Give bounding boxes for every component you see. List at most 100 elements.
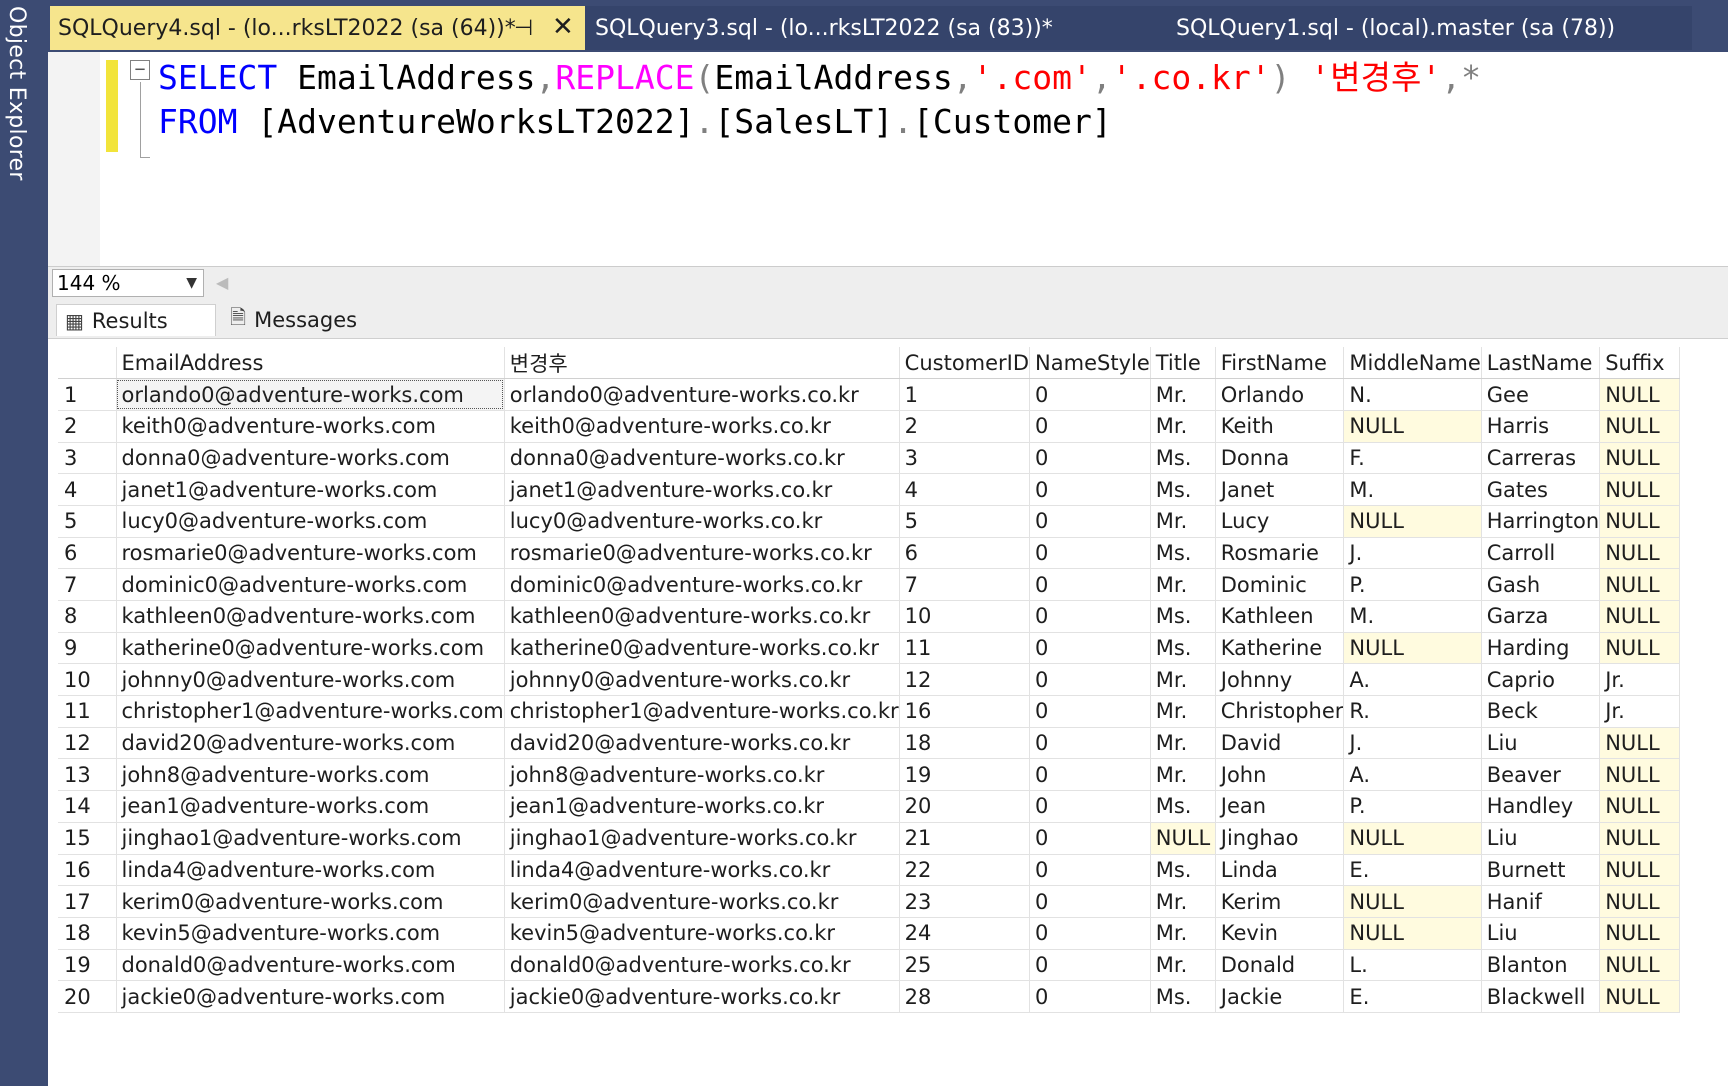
column-header-title[interactable]: Title [1150,347,1216,380]
grid-cell-email-address[interactable]: donna0@adventure-works.com [116,442,505,475]
grid-cell-email-address[interactable]: lucy0@adventure-works.com [116,505,505,538]
column-header-name-style[interactable]: NameStyle [1029,347,1151,380]
grid-cell-last-name[interactable]: Hanif [1481,885,1601,918]
scroll-left-icon[interactable]: ◀ [216,273,228,292]
grid-cell-middle-name[interactable]: E. [1343,854,1482,887]
grid-cell-middle-name[interactable]: M. [1343,600,1482,633]
grid-cell-modified-email[interactable]: donna0@adventure-works.co.kr [504,442,900,475]
row-number[interactable]: 8 [58,600,117,633]
grid-cell-title[interactable]: Mr. [1150,505,1216,538]
grid-cell-first-name[interactable]: Rosmarie [1215,537,1345,570]
column-header-last-name[interactable]: LastName [1481,347,1601,380]
grid-cell-last-name[interactable]: Blackwell [1481,980,1601,1013]
grid-cell-customer-id[interactable]: 16 [899,695,1031,728]
grid-cell-name-style[interactable]: 0 [1029,568,1151,601]
grid-cell-customer-id[interactable]: 2 [899,410,1031,443]
grid-cell-modified-email[interactable]: david20@adventure-works.co.kr [504,727,900,760]
grid-cell-title[interactable]: Ms. [1150,442,1216,475]
grid-cell-last-name[interactable]: Gates [1481,473,1601,506]
grid-cell-customer-id[interactable]: 3 [899,442,1031,475]
grid-cell-first-name[interactable]: Johnny [1215,663,1345,697]
grid-cell-last-name[interactable]: Liu [1481,727,1601,760]
close-icon[interactable]: ✕ [552,12,574,42]
grid-cell-middle-name[interactable]: J. [1343,537,1482,570]
grid-cell-modified-email[interactable]: jackie0@adventure-works.co.kr [504,980,900,1013]
grid-cell-suffix[interactable]: NULL [1599,473,1681,506]
grid-cell-first-name[interactable]: Linda [1215,854,1345,887]
column-header-suffix[interactable]: Suffix [1599,347,1681,380]
grid-cell-customer-id[interactable]: 23 [899,885,1031,918]
grid-cell-last-name[interactable]: Caprio [1481,663,1601,697]
grid-cell-name-style[interactable]: 0 [1029,758,1151,792]
grid-cell-email-address[interactable]: donald0@adventure-works.com [116,949,505,982]
tab-messages[interactable]: 🗎 Messages [224,304,380,336]
table-row[interactable]: 17 kerim0@adventure-works.com kerim0@adven… [58,885,1681,918]
grid-cell-middle-name[interactable]: N. [1343,378,1482,411]
grid-cell-title[interactable]: Mr. [1150,568,1216,601]
grid-cell-last-name[interactable]: Harris [1481,410,1601,443]
grid-cell-suffix[interactable]: NULL [1599,949,1681,982]
grid-cell-name-style[interactable]: 0 [1029,663,1151,697]
grid-cell-customer-id[interactable]: 1 [899,378,1031,411]
grid-cell-title[interactable]: Ms. [1150,600,1216,633]
grid-cell-title[interactable]: Ms. [1150,854,1216,887]
row-number[interactable]: 12 [58,727,117,760]
grid-cell-email-address[interactable]: jinghao1@adventure-works.com [116,822,505,855]
grid-cell-modified-email[interactable]: janet1@adventure-works.co.kr [504,473,900,506]
grid-cell-title[interactable]: Mr. [1150,758,1216,792]
grid-cell-email-address[interactable]: dominic0@adventure-works.com [116,568,505,601]
grid-cell-suffix[interactable]: NULL [1599,885,1681,918]
grid-cell-name-style[interactable]: 0 [1029,505,1151,538]
grid-cell-middle-name[interactable]: M. [1343,473,1482,506]
grid-cell-middle-name[interactable]: NULL [1343,917,1482,950]
grid-cell-email-address[interactable]: kevin5@adventure-works.com [116,917,505,950]
grid-cell-middle-name[interactable]: NULL [1343,410,1482,443]
grid-cell-name-style[interactable]: 0 [1029,632,1151,665]
grid-cell-title[interactable]: Mr. [1150,410,1216,443]
row-number[interactable]: 17 [58,885,117,918]
grid-cell-name-style[interactable]: 0 [1029,949,1151,982]
grid-cell-email-address[interactable]: david20@adventure-works.com [116,727,505,760]
grid-cell-name-style[interactable]: 0 [1029,790,1151,823]
row-number[interactable]: 15 [58,822,117,855]
grid-cell-last-name[interactable]: Beaver [1481,758,1601,792]
grid-cell-title[interactable]: Mr. [1150,727,1216,760]
table-row[interactable]: 1 orlando0@adventure-works.com orlando0@ad… [58,378,1681,411]
table-row[interactable]: 15 jinghao1@adventure-works.com jinghao1@a… [58,822,1681,855]
tab-results[interactable]: ▦ Results [56,304,216,336]
table-row[interactable]: 14 jean1@adventure-works.com jean1@adventu… [58,790,1681,823]
grid-cell-last-name[interactable]: Carreras [1481,442,1601,475]
grid-cell-middle-name[interactable]: E. [1343,980,1482,1013]
grid-cell-title[interactable]: Ms. [1150,632,1216,665]
tab-sqlquery1[interactable]: SQLQuery1.sql - (local).master (sa (78)) [1110,6,1692,50]
grid-cell-customer-id[interactable]: 10 [899,600,1031,633]
zoom-dropdown[interactable]: 144 % ▼ [52,269,204,297]
table-row[interactable]: 19 donald0@adventure-works.com donald0@adv… [58,949,1681,982]
row-number[interactable]: 6 [58,537,117,570]
grid-cell-modified-email[interactable]: lucy0@adventure-works.co.kr [504,505,900,538]
grid-cell-name-style[interactable]: 0 [1029,917,1151,950]
grid-cell-modified-email[interactable]: orlando0@adventure-works.co.kr [504,378,900,411]
grid-cell-modified-email[interactable]: jean1@adventure-works.co.kr [504,790,900,823]
grid-cell-suffix[interactable]: NULL [1599,537,1681,570]
grid-cell-name-style[interactable]: 0 [1029,442,1151,475]
table-row[interactable]: 20 jackie0@adventure-works.com jackie0@adv… [58,980,1681,1013]
grid-cell-suffix[interactable]: NULL [1599,632,1681,665]
column-header-middle-name[interactable]: MiddleName [1343,347,1482,380]
grid-cell-first-name[interactable]: Katherine [1215,632,1345,665]
grid-cell-modified-email[interactable]: jinghao1@adventure-works.co.kr [504,822,900,855]
table-row[interactable]: 16 linda4@adventure-works.com linda4@adven… [58,854,1681,887]
grid-cell-customer-id[interactable]: 12 [899,663,1031,697]
column-header-row-number[interactable] [58,347,117,380]
tab-sqlquery3[interactable]: SQLQuery3.sql - (lo...rksLT2022 (sa (83)… [585,6,1110,50]
collapse-icon[interactable]: − [130,60,150,80]
grid-cell-customer-id[interactable]: 5 [899,505,1031,538]
grid-cell-last-name[interactable]: Liu [1481,822,1601,855]
grid-cell-title[interactable]: Mr. [1150,885,1216,918]
table-row[interactable]: 11 christopher1@adventure-works.com christ… [58,695,1681,728]
grid-cell-email-address[interactable]: keith0@adventure-works.com [116,410,505,443]
row-number[interactable]: 11 [58,695,117,728]
grid-cell-customer-id[interactable]: 4 [899,473,1031,506]
grid-cell-middle-name[interactable]: R. [1343,695,1482,728]
grid-cell-middle-name[interactable]: A. [1343,663,1482,697]
